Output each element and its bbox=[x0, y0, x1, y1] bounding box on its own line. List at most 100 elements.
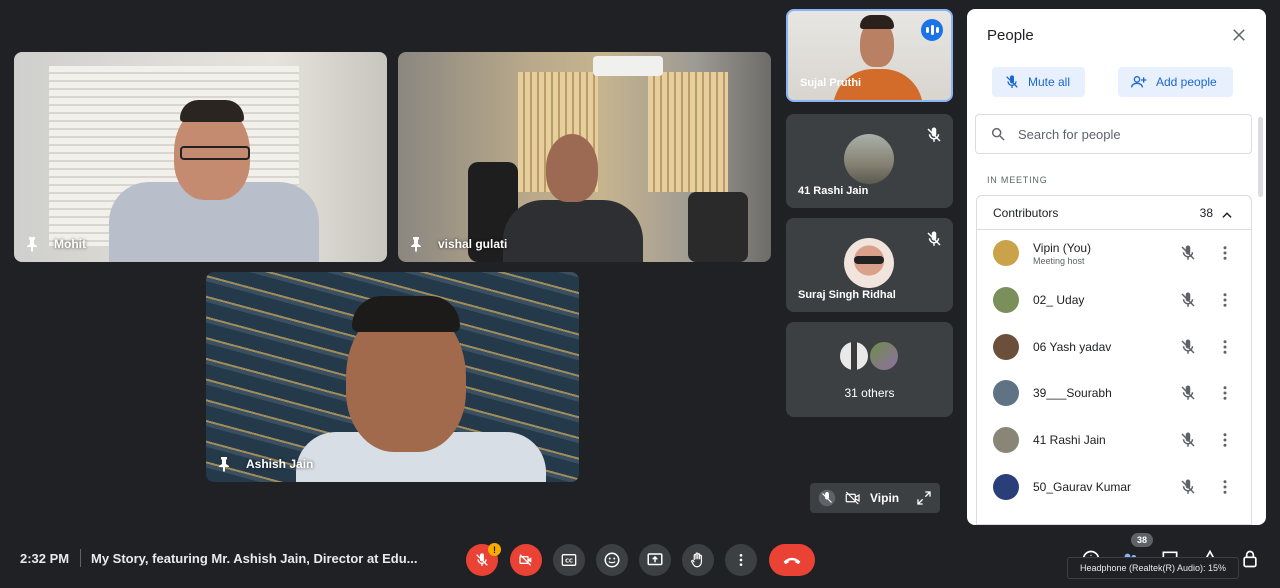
captions-icon: CC bbox=[561, 554, 577, 566]
captions-button[interactable]: CC bbox=[553, 544, 585, 576]
mic-off-icon bbox=[1006, 75, 1018, 88]
side-tile-suraj-singh-ridhal[interactable]: Suraj Singh Ridhal bbox=[786, 218, 953, 312]
raise-hand-button[interactable] bbox=[682, 544, 714, 576]
mute-all-button[interactable]: Mute all bbox=[992, 67, 1085, 97]
pin-icon[interactable] bbox=[24, 236, 40, 252]
camera-off-icon bbox=[845, 491, 860, 505]
mute-all-label: Mute all bbox=[1028, 75, 1071, 89]
meeting-title: My Story, featuring Mr. Ashish Jain, Dir… bbox=[91, 551, 418, 566]
side-tile-sujal-pruthi[interactable]: Sujal Pruthi bbox=[786, 9, 953, 102]
person-hair bbox=[352, 296, 460, 332]
clock: 2:32 PM bbox=[20, 551, 70, 566]
avatar bbox=[993, 473, 1019, 500]
mic-off-icon[interactable] bbox=[1179, 244, 1197, 262]
add-person-icon bbox=[1131, 76, 1147, 88]
chevron-up-icon[interactable] bbox=[1220, 208, 1234, 222]
more-vert-icon[interactable] bbox=[1216, 478, 1234, 496]
scrollbar[interactable] bbox=[1258, 117, 1263, 197]
mic-off-icon bbox=[476, 553, 488, 566]
emoji-reactions-button[interactable] bbox=[596, 544, 628, 576]
self-name: Vipin bbox=[870, 491, 900, 505]
avatar bbox=[993, 240, 1019, 267]
people-panel: People Mute all Add people IN MEETING Co… bbox=[967, 9, 1266, 525]
participant-name: 41 Rashi Jain bbox=[798, 185, 869, 197]
sunglasses bbox=[854, 256, 884, 264]
glasses bbox=[180, 146, 250, 160]
participant-name: 41 Rashi Jain bbox=[1033, 433, 1106, 448]
present-screen-button[interactable] bbox=[639, 544, 671, 576]
mic-off-icon[interactable] bbox=[1179, 478, 1197, 496]
person-body bbox=[503, 200, 643, 262]
others-count-label: 31 others bbox=[844, 386, 895, 400]
expand-icon[interactable] bbox=[916, 490, 932, 506]
more-options-button[interactable] bbox=[725, 544, 757, 576]
leave-call-button[interactable] bbox=[769, 544, 815, 576]
self-preview[interactable]: Vipin bbox=[810, 483, 940, 513]
avatar bbox=[844, 134, 894, 184]
participant-row[interactable]: Vipin (You) Meeting host bbox=[977, 230, 1251, 277]
window-blinds bbox=[648, 72, 728, 192]
audio-device-tooltip: Headphone (Realtek(R) Audio): 15% bbox=[1067, 557, 1239, 579]
close-icon[interactable] bbox=[1230, 26, 1248, 44]
warning-badge: ! bbox=[488, 543, 501, 556]
panel-title: People bbox=[987, 27, 1034, 44]
mic-off-icon[interactable] bbox=[1179, 291, 1197, 309]
participant-row[interactable]: 41 Rashi Jain bbox=[977, 417, 1251, 464]
mic-off-icon[interactable] bbox=[1179, 338, 1197, 356]
participant-name: 06 Yash yadav bbox=[1033, 339, 1112, 354]
camera-toggle-button[interactable] bbox=[510, 544, 542, 576]
participant-name: Mohit bbox=[54, 237, 86, 251]
more-vert-icon[interactable] bbox=[1216, 338, 1234, 356]
air-conditioner bbox=[593, 56, 663, 76]
more-vert-icon[interactable] bbox=[1216, 291, 1234, 309]
search-input[interactable] bbox=[1018, 126, 1218, 142]
side-tile-others[interactable]: 31 others bbox=[786, 322, 953, 417]
divider bbox=[80, 549, 81, 567]
participant-row[interactable]: 50_Gaurav Kumar bbox=[977, 463, 1251, 510]
office-chair bbox=[688, 192, 748, 262]
mic-off-icon bbox=[927, 231, 941, 246]
participant-name: Ashish Jain bbox=[246, 457, 314, 471]
mic-off-icon[interactable] bbox=[1179, 431, 1197, 449]
participant-row[interactable]: 06 Yash yadav bbox=[977, 323, 1251, 370]
video-tile-mohit[interactable]: Mohit bbox=[14, 52, 387, 262]
person-hair bbox=[860, 15, 894, 29]
more-vert-icon[interactable] bbox=[1216, 244, 1234, 262]
contributors-group: Contributors 38 Vipin (You) Meeting host 0… bbox=[976, 195, 1252, 525]
video-tile-vishal-gulati[interactable]: vishal gulati bbox=[398, 52, 771, 262]
mic-off-icon bbox=[818, 489, 836, 507]
mic-off-icon[interactable] bbox=[1179, 384, 1197, 402]
avatar bbox=[838, 340, 870, 372]
person-face bbox=[546, 134, 598, 202]
emoji-icon bbox=[604, 552, 620, 568]
participant-name: 39___Sourabh bbox=[1033, 386, 1112, 401]
hang-up-icon bbox=[783, 557, 801, 565]
participant-row[interactable]: 39___Sourabh bbox=[977, 370, 1251, 417]
avatar bbox=[868, 340, 900, 372]
hand-icon bbox=[691, 552, 703, 568]
section-label: IN MEETING bbox=[987, 175, 1048, 185]
add-people-label: Add people bbox=[1156, 75, 1217, 89]
participant-name: 02_ Uday bbox=[1033, 293, 1085, 308]
more-vert-icon[interactable] bbox=[1216, 431, 1234, 449]
participant-name: 50_Gaurav Kumar bbox=[1033, 479, 1132, 494]
add-people-button[interactable]: Add people bbox=[1118, 67, 1233, 97]
search-icon bbox=[991, 127, 1005, 141]
participant-role: Meeting host bbox=[1033, 255, 1085, 266]
pin-icon[interactable] bbox=[408, 236, 424, 252]
side-tile-rashi-jain[interactable]: 41 Rashi Jain bbox=[786, 114, 953, 208]
more-vert-icon[interactable] bbox=[1216, 384, 1234, 402]
more-vert-icon bbox=[739, 554, 743, 566]
present-icon bbox=[647, 553, 663, 566]
svg-text:CC: CC bbox=[565, 559, 573, 565]
host-controls-icon[interactable] bbox=[1240, 549, 1260, 569]
speaking-indicator-icon bbox=[921, 19, 943, 41]
contributors-header[interactable]: Contributors 38 bbox=[977, 196, 1251, 230]
meet-stage: Mohit vishal gulati Ashish Jain Sujal Pr… bbox=[0, 0, 1280, 588]
participant-name: Sujal Pruthi bbox=[800, 77, 862, 89]
avatar bbox=[993, 333, 1019, 360]
pin-icon[interactable] bbox=[216, 456, 232, 472]
video-tile-ashish-jain[interactable]: Ashish Jain bbox=[206, 272, 579, 482]
participant-row[interactable]: 02_ Uday bbox=[977, 277, 1251, 324]
search-box[interactable] bbox=[975, 114, 1252, 154]
